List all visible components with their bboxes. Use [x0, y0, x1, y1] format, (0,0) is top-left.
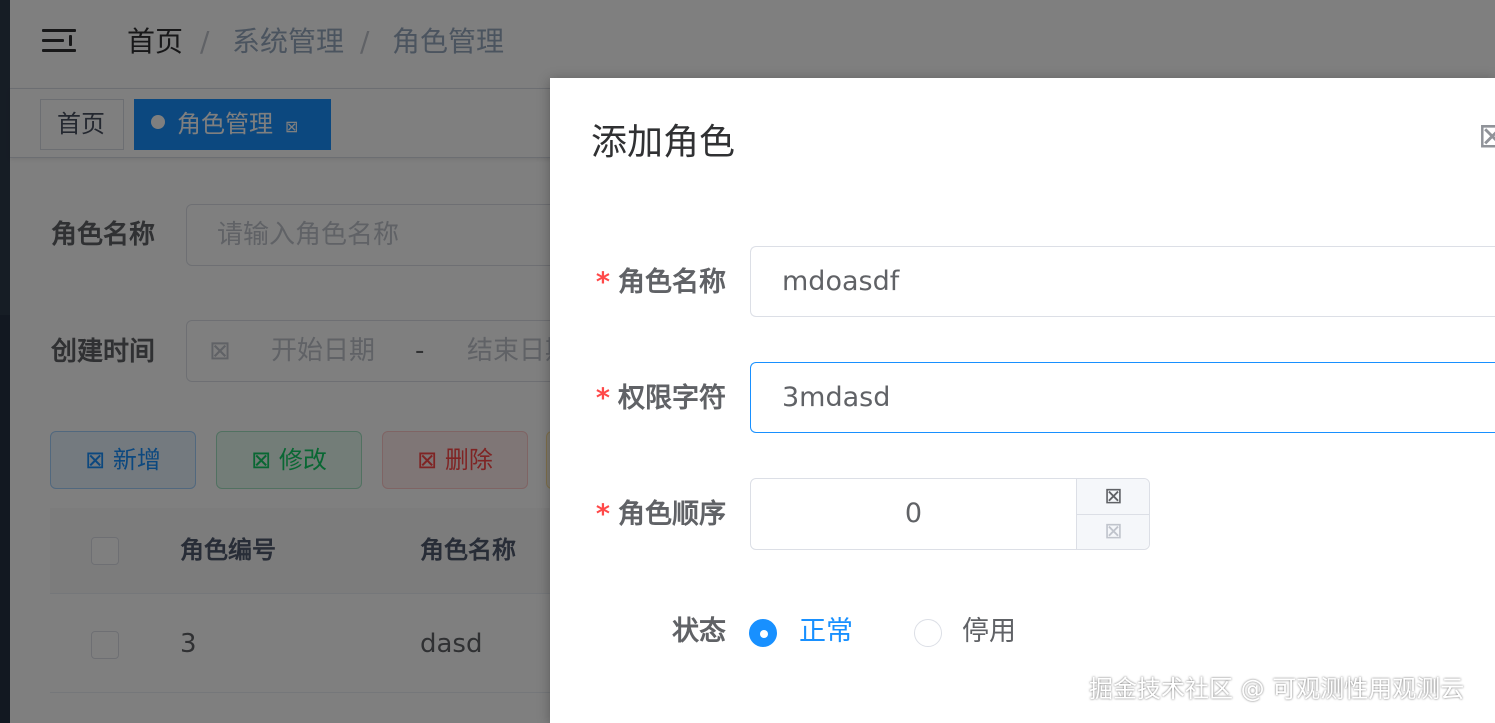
required-mark: *	[595, 383, 610, 414]
role-key-input[interactable]: 3mdasd	[750, 362, 1495, 433]
required-mark: *	[595, 499, 610, 530]
role-name-field-label: * 角色名称	[595, 267, 726, 298]
radio-disabled[interactable]	[914, 619, 942, 647]
radio-normal-label[interactable]: 正常	[799, 612, 853, 652]
role-name-input[interactable]: mdoasdf	[750, 246, 1495, 317]
increase-icon[interactable]: ⊠	[1077, 479, 1150, 515]
required-mark: *	[595, 267, 610, 298]
dialog-title: 添加角色	[591, 122, 736, 163]
number-stepper: ⊠ ⊠	[1076, 479, 1150, 549]
role-sort-field-label: * 角色顺序	[595, 499, 726, 530]
status-field-label: 状态	[672, 616, 726, 647]
close-icon[interactable]: ⊠	[1478, 116, 1495, 156]
role-sort-value[interactable]: 0	[750, 478, 1077, 550]
radio-disabled-label[interactable]: 停用	[962, 612, 1016, 652]
role-key-field-label: * 权限字符	[595, 383, 726, 414]
radio-normal[interactable]	[749, 619, 777, 647]
decrease-icon[interactable]: ⊠	[1077, 514, 1150, 549]
watermark: 掘金技术社区 @ 可观测性用观测云	[1089, 675, 1465, 703]
